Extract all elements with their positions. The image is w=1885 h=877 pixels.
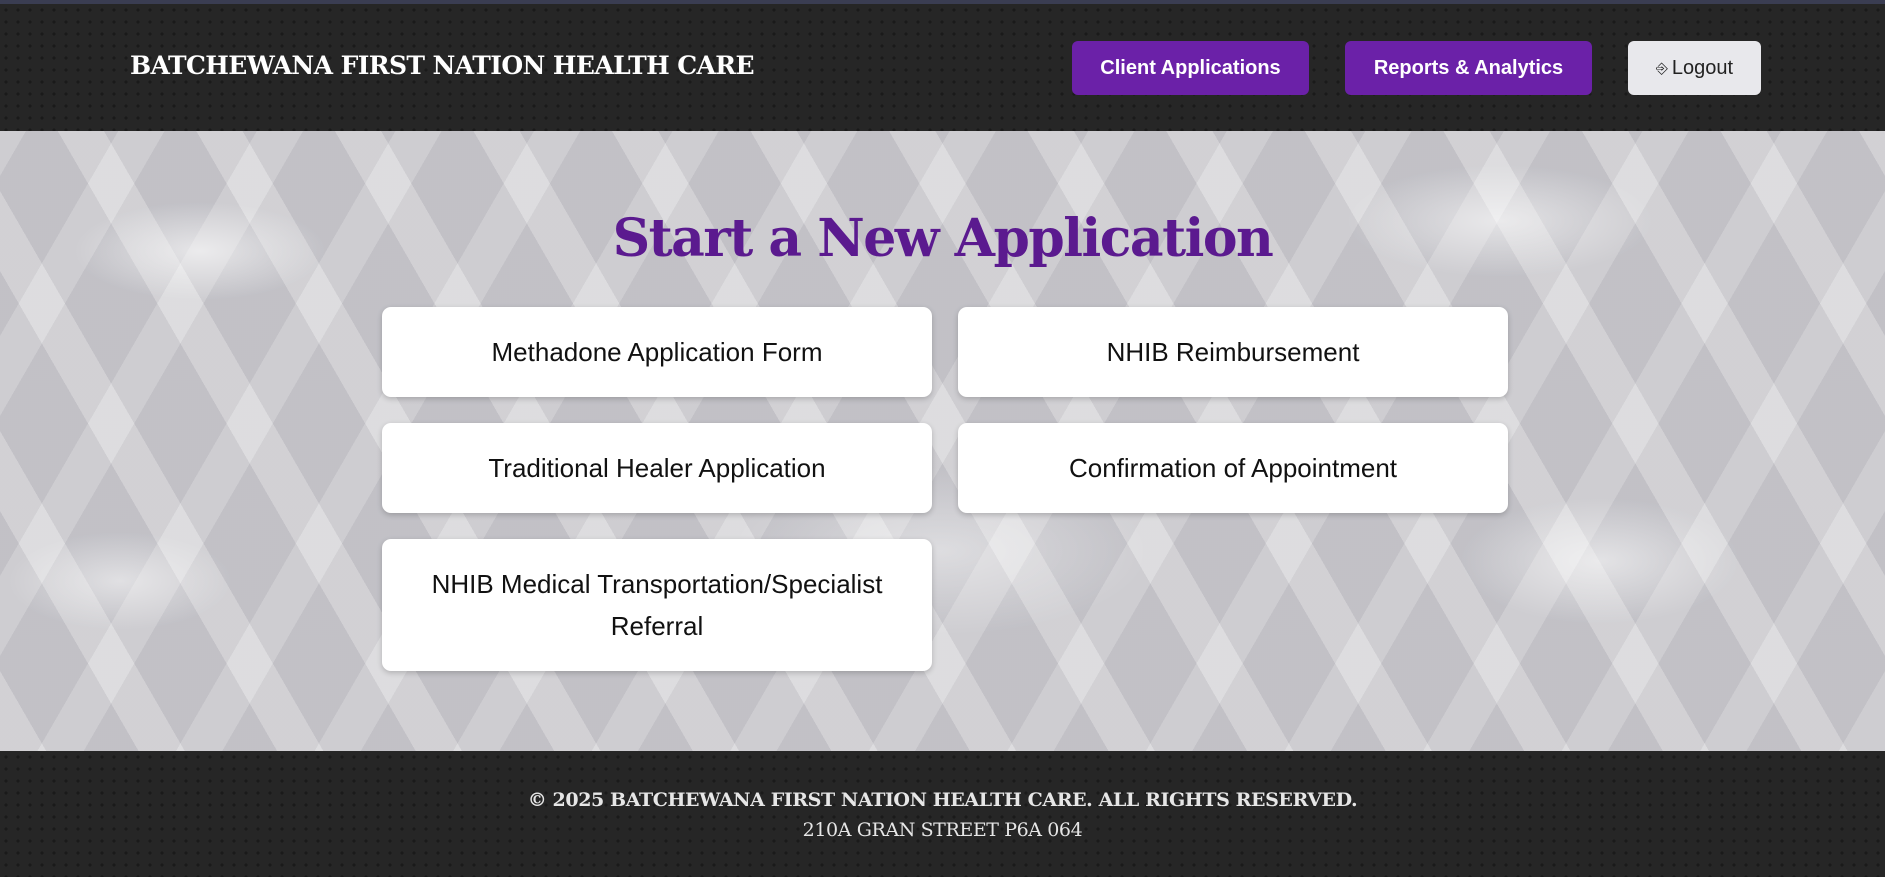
- nhib-medical-transportation-card[interactable]: NHIB Medical Transportation/Specialist R…: [382, 539, 932, 671]
- card-label: Methadone Application Form: [491, 337, 823, 367]
- site-footer: © 2025 BATCHEWANA FIRST NATION HEALTH CA…: [0, 751, 1885, 877]
- footer-address: 210A GRAN STREET P6A 064: [802, 819, 1083, 841]
- main-content: Start a New Application Methadone Applic…: [0, 131, 1885, 751]
- card-label: Confirmation of Appointment: [1068, 453, 1398, 483]
- card-label: Traditional Healer Application: [488, 453, 826, 483]
- confirmation-of-appointment-card[interactable]: Confirmation of Appointment: [958, 423, 1508, 513]
- logout-button[interactable]: ⎆ Logout: [1628, 41, 1761, 95]
- methadone-application-card[interactable]: Methadone Application Form: [382, 307, 932, 397]
- card-label: NHIB Reimbursement: [1106, 337, 1360, 367]
- reports-analytics-button[interactable]: Reports & Analytics: [1345, 41, 1592, 95]
- logout-icon: ⎆: [1655, 59, 1668, 77]
- page: BATCHEWANA FIRST NATION HEALTH CARE Clie…: [0, 0, 1885, 877]
- client-applications-button[interactable]: Client Applications: [1072, 41, 1309, 95]
- site-header: BATCHEWANA FIRST NATION HEALTH CARE Clie…: [0, 4, 1885, 131]
- traditional-healer-application-card[interactable]: Traditional Healer Application: [382, 423, 932, 513]
- footer-copyright: © 2025 BATCHEWANA FIRST NATION HEALTH CA…: [527, 789, 1358, 811]
- reports-analytics-label: Reports & Analytics: [1373, 56, 1564, 79]
- brand-title: BATCHEWANA FIRST NATION HEALTH CARE: [130, 51, 755, 80]
- nhib-reimbursement-card[interactable]: NHIB Reimbursement: [958, 307, 1508, 397]
- client-applications-label: Client Applications: [1100, 56, 1281, 79]
- page-title: Start a New Application: [612, 208, 1274, 269]
- card-label: NHIB Medical Transportation/Specialist R…: [431, 569, 883, 641]
- logout-label: Logout: [1671, 56, 1734, 79]
